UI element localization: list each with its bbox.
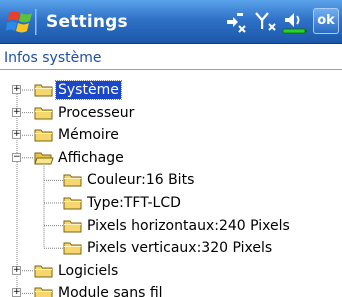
folder-icon: [34, 263, 54, 279]
expand-icon[interactable]: +: [12, 130, 21, 140]
tree-item[interactable]: + Système: [0, 79, 342, 101]
tree-item-label: Pixels horizontaux:240 Pixels: [87, 217, 290, 234]
tree-item-label: Mémoire: [58, 127, 119, 144]
folder-open-icon: [34, 150, 54, 166]
expand-icon[interactable]: +: [12, 85, 21, 94]
tree-item[interactable]: + Logiciels: [0, 260, 342, 282]
tree-item[interactable]: + Mémoire: [0, 124, 342, 146]
folder-icon: [34, 105, 54, 121]
tree-item[interactable]: Type:TFT-LCD: [0, 192, 342, 214]
folder-icon: [34, 127, 54, 143]
system-info-tree: + Système + Processeur + Mémoire − Affichage Cou…: [0, 0, 342, 297]
expand-icon[interactable]: +: [12, 107, 21, 117]
tree-item-label: Système: [55, 80, 122, 100]
tree-item-label: Logiciels: [58, 262, 119, 279]
folder-icon: [34, 285, 54, 297]
tree-item-label: Module sans fil: [58, 285, 163, 297]
tree-item-label: Processeur: [58, 104, 135, 121]
tree-item[interactable]: − Affichage: [0, 147, 342, 169]
tree-item[interactable]: Couleur:16 Bits: [0, 169, 342, 191]
tree-item-label: Couleur:16 Bits: [87, 172, 195, 189]
tree-item-label: Affichage: [58, 149, 124, 166]
expand-icon[interactable]: +: [12, 288, 21, 297]
tree-item[interactable]: + Processeur: [0, 102, 342, 124]
tree-item-label: Type:TFT-LCD: [87, 195, 181, 211]
expand-icon[interactable]: +: [12, 265, 21, 275]
tree-item[interactable]: Pixels verticaux:320 Pixels: [0, 237, 342, 259]
tree-item-label: Pixels verticaux:320 Pixels: [87, 240, 273, 257]
folder-icon: [34, 82, 54, 98]
folder-icon: [63, 240, 83, 256]
tree-item[interactable]: + Module sans fil: [0, 282, 342, 297]
folder-icon: [63, 172, 83, 188]
tree-item[interactable]: Pixels horizontaux:240 Pixels: [0, 215, 342, 237]
collapse-icon[interactable]: −: [12, 152, 21, 162]
folder-icon: [63, 195, 83, 211]
folder-icon: [63, 218, 83, 234]
